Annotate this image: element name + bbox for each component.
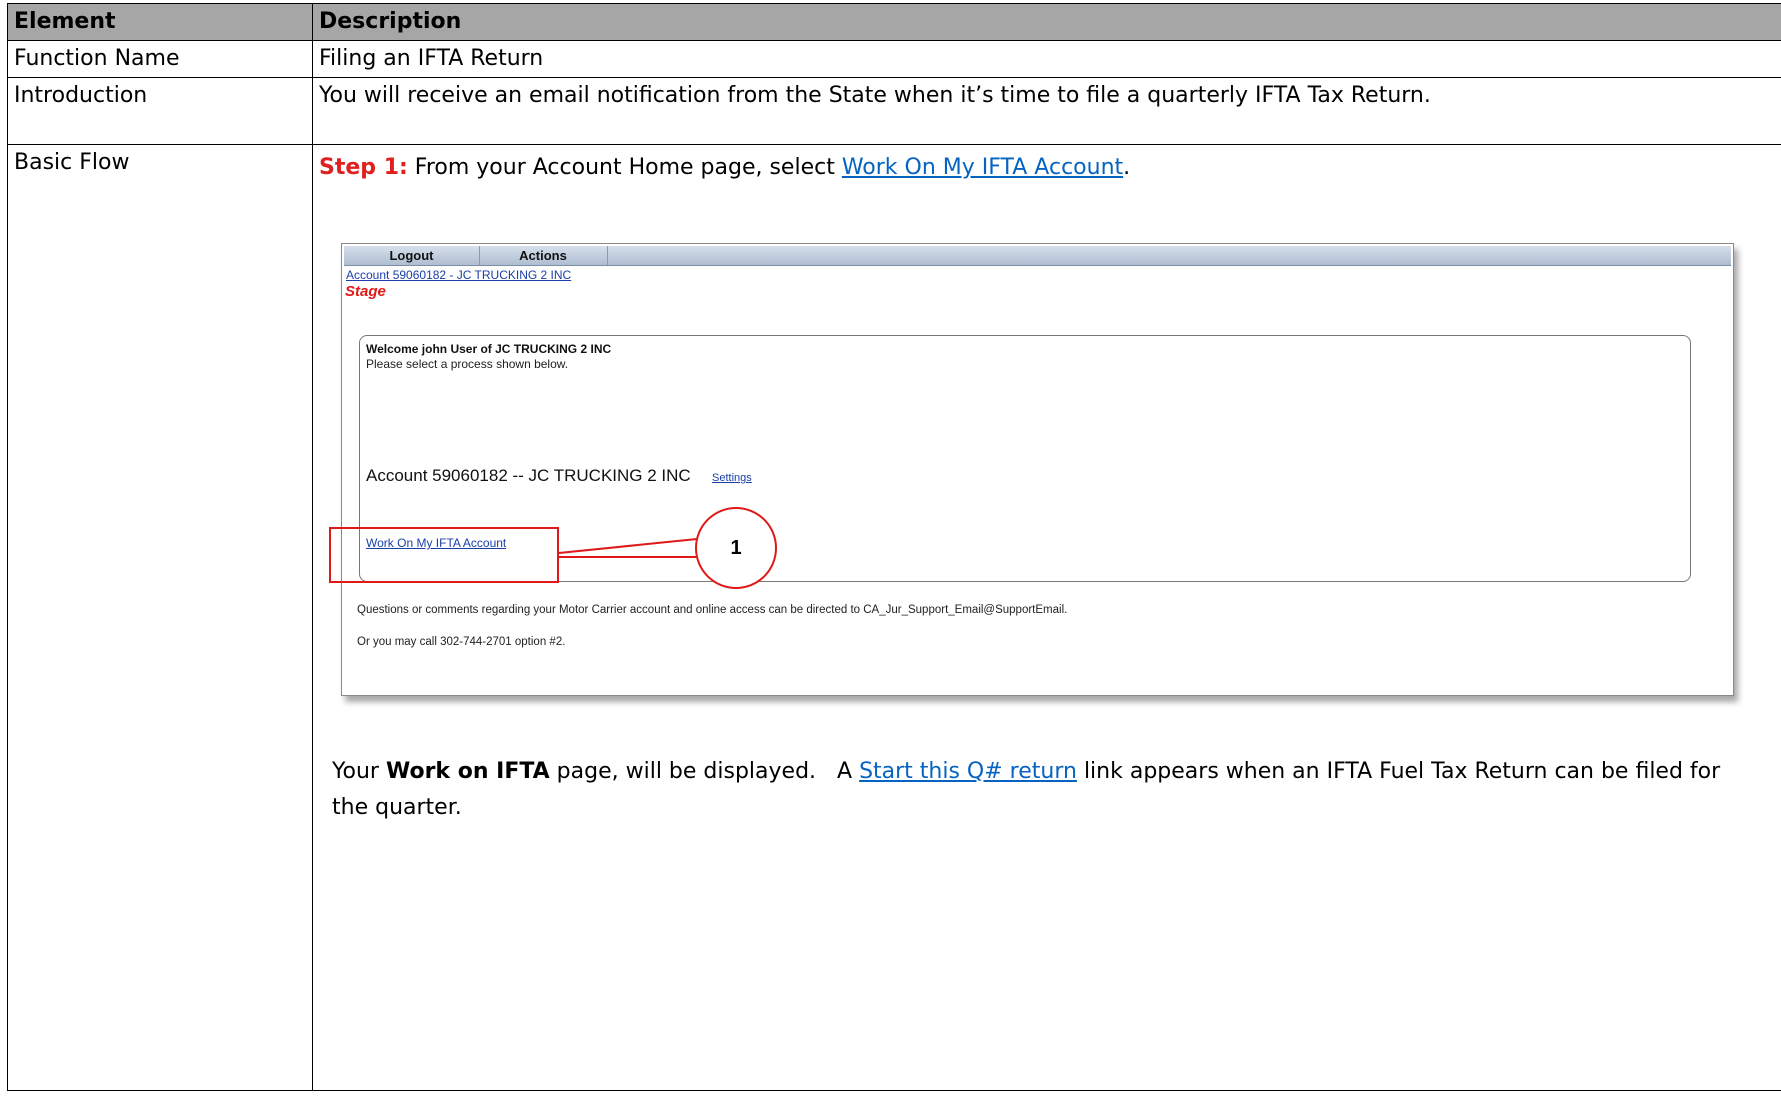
- screenshot-menubar: Logout Actions: [344, 246, 1731, 266]
- phone-text: Or you may call 302-744-2701 option #2.: [357, 636, 566, 648]
- account-link[interactable]: Account 59060182 - JC TRUCKING 2 INC: [346, 268, 571, 282]
- function-name-label: Function Name: [7, 40, 313, 78]
- step-1-end: .: [1123, 155, 1131, 180]
- step-1-label: Step 1:: [319, 155, 408, 180]
- settings-link[interactable]: Settings: [712, 472, 752, 484]
- start-return-link[interactable]: Start this Q# return: [859, 759, 1077, 784]
- introduction-value: You will receive an email notification f…: [312, 77, 1781, 145]
- callout-number-badge: 1: [695, 507, 777, 589]
- header-element: Element: [7, 3, 313, 41]
- work-on-ifta-paragraph: Your Work on IFTA page, will be displaye…: [332, 754, 1762, 826]
- support-text: Questions or comments regarding your Mot…: [357, 604, 1068, 616]
- callout-highlight-box: [329, 527, 559, 583]
- para-bold: Work on IFTA: [385, 759, 550, 784]
- logout-menu[interactable]: Logout: [344, 246, 480, 265]
- table-row: Function Name Filing an IFTA Return: [7, 40, 1781, 78]
- actions-menu[interactable]: Actions: [479, 246, 608, 265]
- introduction-label: Introduction: [7, 77, 313, 145]
- stage-label: Stage: [345, 283, 386, 300]
- para-text-2: page, will be displayed. A: [549, 759, 860, 784]
- table-row: Introduction You will receive an email n…: [7, 77, 1781, 145]
- step-1-text: From your Account Home page, select: [407, 155, 842, 180]
- header-row: Element Description: [7, 3, 1781, 41]
- basic-flow-label: Basic Flow: [7, 144, 313, 1091]
- account-title: Account 59060182 -- JC TRUCKING 2 INC: [366, 466, 691, 485]
- work-on-ifta-doc-link[interactable]: Work On My IFTA Account: [842, 155, 1123, 180]
- function-name-value: Filing an IFTA Return: [312, 40, 1781, 78]
- welcome-text: Welcome john User of JC TRUCKING 2 INC: [366, 342, 612, 356]
- instructions-text: Please select a process shown below.: [366, 357, 569, 371]
- embedded-screenshot: Logout Actions Account 59060182 - JC TRU…: [341, 243, 1734, 696]
- header-description: Description: [312, 3, 1781, 41]
- para-text-1: Your: [332, 759, 386, 784]
